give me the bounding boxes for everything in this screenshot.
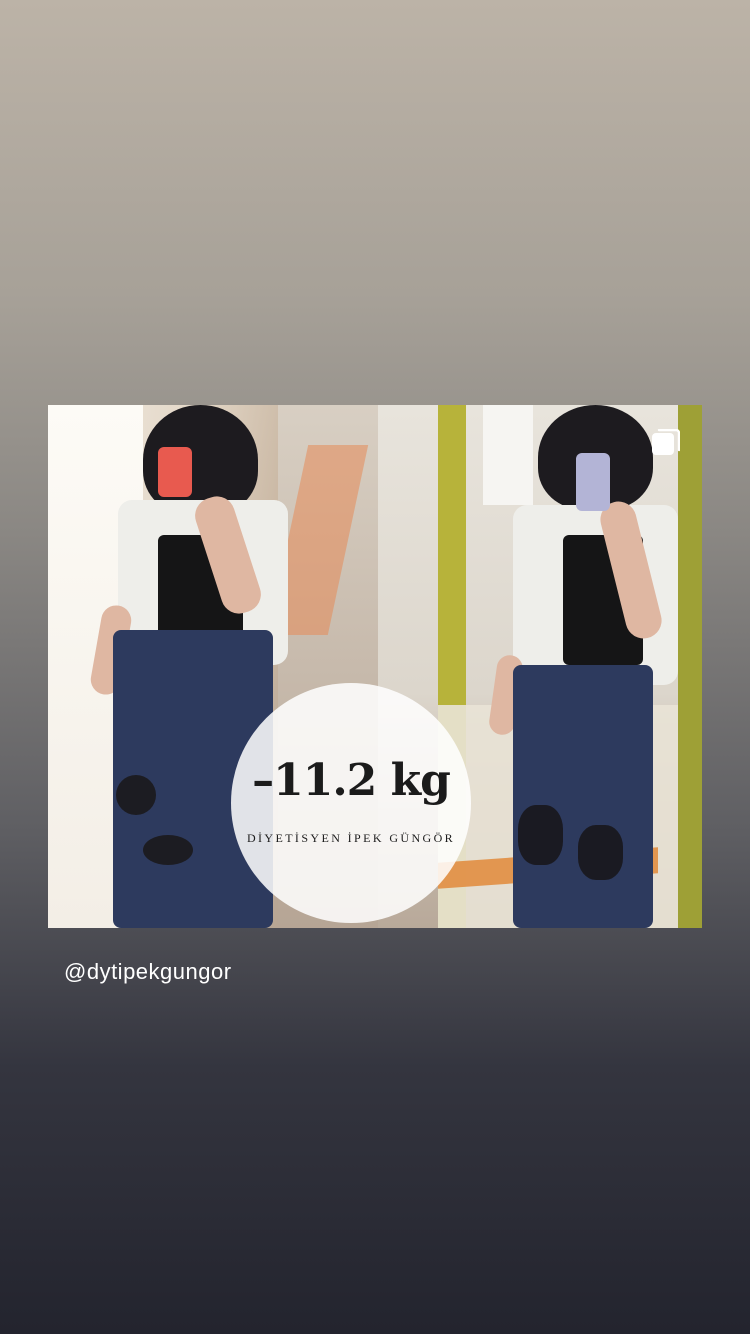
- post-image[interactable]: –11.2 kg DİYETİSYEN İPEK GÜNGÖR: [48, 405, 702, 928]
- mention-sticker[interactable]: @dytipekgungor: [64, 959, 232, 985]
- phone-before: [158, 447, 192, 497]
- multiple-photos-icon: [652, 428, 681, 457]
- result-badge: –11.2 kg DİYETİSYEN İPEK GÜNGÖR: [231, 683, 471, 923]
- brand-label: DİYETİSYEN İPEK GÜNGÖR: [246, 831, 456, 845]
- phone-after: [576, 453, 610, 511]
- weight-loss-label: –11.2 kg: [252, 755, 451, 806]
